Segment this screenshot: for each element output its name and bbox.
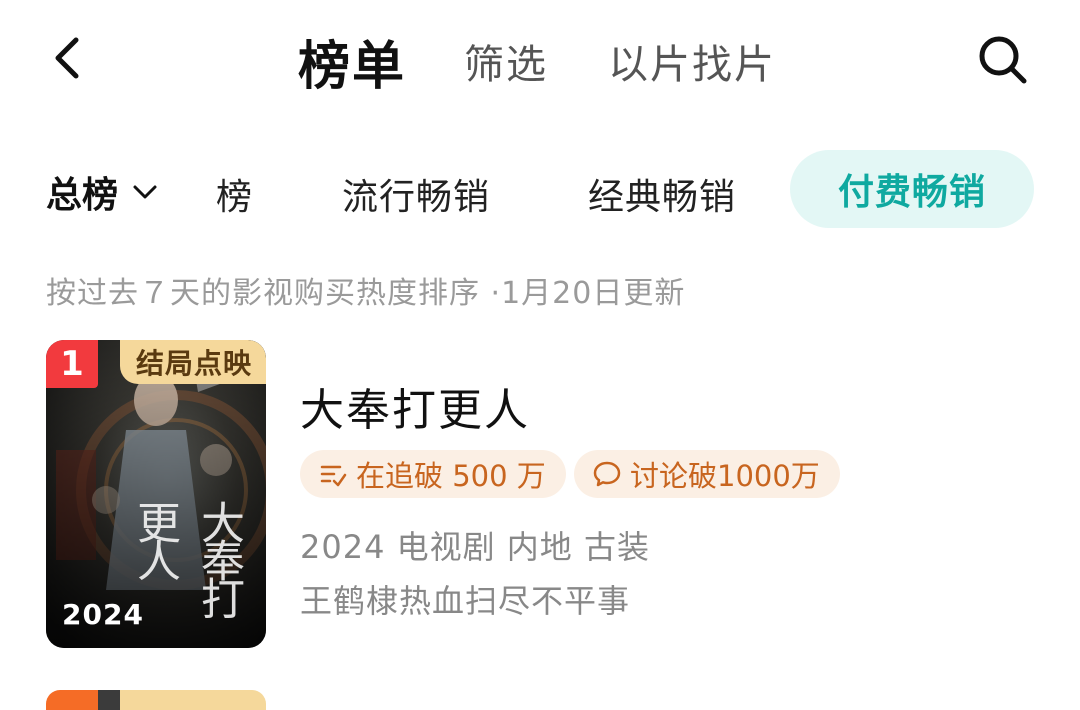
discussion-count-tag: 讨论破1000万 <box>574 450 840 498</box>
poster-year: 2024 <box>62 598 144 631</box>
show-title[interactable]: 大奉打更人 <box>300 374 530 438</box>
next-poster-edge <box>98 690 120 710</box>
following-count-text: 在追破 500 万 <box>356 459 546 493</box>
category-tab-popular[interactable]: 流行畅销 <box>342 168 490 220</box>
tab-filter[interactable]: 筛选 <box>464 32 548 90</box>
chevron-left-icon <box>55 37 79 79</box>
back-button[interactable] <box>44 30 94 86</box>
search-button[interactable] <box>972 30 1034 86</box>
chevron-down-icon <box>133 185 157 199</box>
category-tab-paid[interactable]: 付费畅销 <box>790 150 1034 228</box>
show-meta: 2024 电视剧 内地 古装 <box>300 528 650 566</box>
follow-list-icon <box>320 465 347 487</box>
status-badge: 结局点映 <box>120 340 266 384</box>
show-description: 王鹤棣热血扫尽不平事 <box>300 582 631 620</box>
category-tab-classic[interactable]: 经典畅销 <box>588 168 736 220</box>
search-icon <box>979 36 1027 84</box>
tab-find-by-video[interactable]: 以片找片 <box>608 32 776 90</box>
category-tabs: 总榜 榜 流行畅销 经典畅销 付费畅销 <box>0 148 1080 232</box>
discussion-count-text: 讨论破1000万 <box>630 459 820 493</box>
top-nav-bar: 榜单 筛选 以片找片 <box>0 0 1080 120</box>
comment-bubble-icon <box>593 461 621 487</box>
category-tab-paid-label: 付费畅销 <box>837 172 986 213</box>
tab-ranking[interactable]: 榜单 <box>298 24 406 99</box>
category-dropdown[interactable]: 总榜 <box>46 166 158 218</box>
following-count-tag: 在追破 500 万 <box>300 450 566 498</box>
next-list-item-poster[interactable] <box>46 690 266 710</box>
category-tab-partial[interactable]: 榜 <box>212 168 252 220</box>
rank-badge: 1 <box>46 340 98 388</box>
next-status-badge <box>120 690 266 710</box>
next-rank-badge <box>46 690 98 710</box>
poster-image[interactable]: 大奉打更人 1 结局点映 2024 <box>46 340 266 648</box>
category-dropdown-label: 总榜 <box>46 175 119 216</box>
ranking-description: 按过去７天的影视购买热度排序 ·1月20日更新 <box>46 276 686 311</box>
